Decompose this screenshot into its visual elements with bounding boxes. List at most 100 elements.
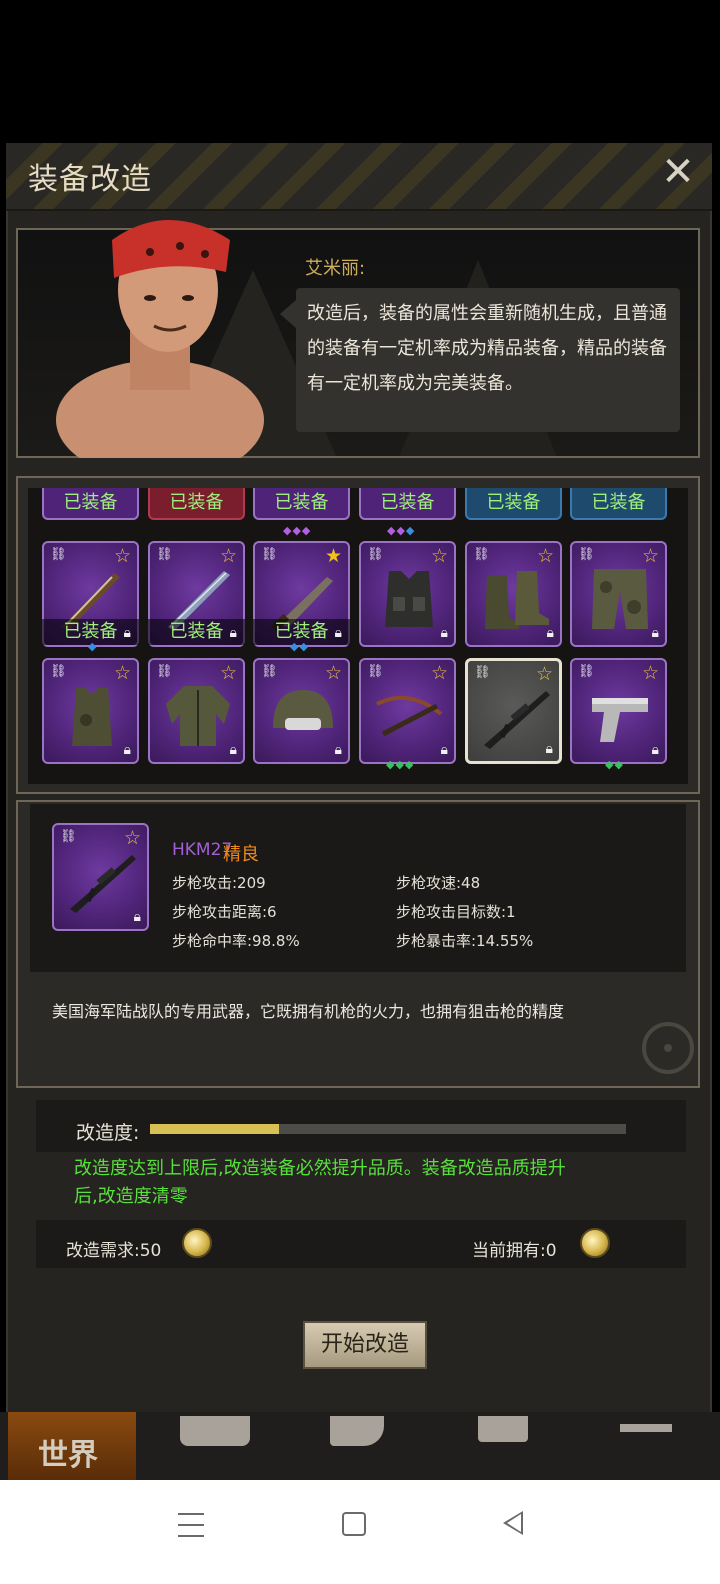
assault-rifle-icon (484, 691, 550, 749)
equipment-slot[interactable]: 已装备 (465, 488, 562, 520)
star-icon: ☆ (219, 662, 237, 684)
helmet-icon (273, 690, 333, 730)
star-icon: ☆ (123, 827, 141, 849)
link-icon: ⛓ (156, 664, 173, 679)
equipped-label: 已装备 (63, 492, 118, 513)
equipment-slot-camo-pants[interactable]: ⛓ ☆ 🔒︎ (570, 541, 667, 647)
crossbow-icon (376, 696, 443, 737)
star-icon: ☆ (219, 545, 237, 567)
gem-indicator: ◆◆ (290, 640, 309, 653)
tab-grid-icon[interactable] (478, 1416, 528, 1442)
equipment-slot[interactable]: 已装备 (148, 488, 245, 520)
equipment-slot-assault-rifle-selected[interactable]: ⛓ ☆ 🔒︎ (465, 658, 562, 764)
equipment-slot-camo-jacket[interactable]: ⛓ ☆ 🔒︎ (148, 658, 245, 764)
lock-icon: 🔒︎ (440, 625, 448, 641)
star-icon: ☆ (641, 662, 659, 684)
lock-icon: 🔒︎ (133, 909, 141, 925)
star-icon: ☆ (324, 662, 342, 684)
camo-boots-icon (485, 571, 549, 629)
lock-icon: 🔒︎ (123, 625, 131, 641)
npc-name: 艾米丽: (305, 258, 366, 279)
camo-pants-icon (592, 569, 648, 629)
tab-workbench-icon[interactable] (620, 1424, 672, 1432)
star-icon: ☆ (641, 545, 659, 567)
nav-back-icon-inner (507, 1514, 521, 1532)
equipment-slot-knife[interactable]: ⛓ ★ 已装备 🔒︎ (253, 541, 350, 647)
progress-hint: 改造度达到上限后,改造装备必然提升品质。装备改造品质提升后,改造度清零 (74, 1158, 566, 1207)
equipped-label: 已装备 (380, 492, 435, 513)
gem-indicator: ◆◆ (605, 758, 624, 771)
tab-character-icon[interactable] (330, 1416, 384, 1446)
equipped-label: 已装备 (169, 492, 224, 513)
tactical-vest-icon (385, 571, 433, 627)
cost-owned: 当前拥有:0 (472, 1241, 557, 1261)
star-icon: ☆ (113, 662, 131, 684)
coin-icon (182, 1228, 212, 1258)
tab-world-label: 世界 (38, 1438, 98, 1473)
lock-icon: 🔒︎ (229, 742, 237, 758)
dialog-title: 装备改造 (28, 162, 152, 197)
cost-required: 改造需求:50 (66, 1241, 162, 1261)
stat-accuracy: 步枪命中率:98.8% (172, 932, 300, 950)
nav-menu-icon[interactable] (178, 1513, 204, 1546)
equipment-slot-helmet[interactable]: ⛓ ☆ 🔒︎ (253, 658, 350, 764)
npc-speech-text: 改造后，装备的属性会重新随机生成，且普通的装备有一定机率成为精品装备，精品的装备… (307, 303, 667, 394)
progress-fill (150, 1124, 279, 1134)
equipment-slot-saw-blade[interactable]: ⛓ ☆ 已装备 🔒︎ (148, 541, 245, 647)
speech-bubble-tail (280, 300, 296, 328)
stat-crit: 步枪暴击率:14.55% (396, 932, 534, 950)
pistol-icon (592, 698, 648, 742)
npc-portrait (56, 220, 264, 458)
stat-range: 步枪攻击距离:6 (172, 903, 277, 921)
equipment-slot-tactical-vest[interactable]: ⛓ ☆ 🔒︎ (359, 541, 456, 647)
equipment-slot[interactable]: 已装备 (570, 488, 667, 520)
selected-item-slot: ⛓ ☆ 🔒︎ (52, 823, 149, 931)
lock-icon: 🔒︎ (545, 741, 553, 757)
gem-indicator: ◆ (88, 640, 98, 653)
link-icon: ⛓ (367, 664, 384, 679)
equipment-slot-machete[interactable]: ⛓ ☆ 已装备 🔒︎ (42, 541, 139, 647)
link-icon: ⛓ (261, 547, 278, 562)
star-filled-icon: ★ (324, 545, 342, 567)
equipment-slot[interactable]: 已装备 (42, 488, 139, 520)
star-icon: ☆ (535, 663, 553, 685)
tab-backpack-icon[interactable] (180, 1416, 250, 1446)
equipment-slot[interactable]: 已装备 (359, 488, 456, 520)
lock-icon: 🔒︎ (123, 742, 131, 758)
link-icon: ⛓ (50, 547, 67, 562)
link-icon: ⛓ (50, 664, 67, 679)
equipment-slot-camo-tank-top[interactable]: ⛓ ☆ 🔒︎ (42, 658, 139, 764)
coin-icon (580, 1228, 610, 1258)
link-icon: ⛓ (156, 547, 173, 562)
lock-icon: 🔒︎ (334, 625, 342, 641)
lock-icon: 🔒︎ (651, 625, 659, 641)
start-modify-button[interactable]: 开始改造 (303, 1321, 427, 1369)
stat-attack: 步枪攻击:209 (172, 874, 266, 892)
stat-attack-speed: 步枪攻速:48 (396, 874, 481, 892)
link-icon: ⛓ (474, 665, 491, 680)
camo-jacket-icon (166, 686, 230, 746)
link-icon: ⛓ (367, 547, 384, 562)
link-icon: ⛓ (578, 664, 595, 679)
link-icon: ⛓ (60, 829, 77, 844)
progress-label: 改造度: (76, 1122, 140, 1144)
lock-icon: 🔒︎ (229, 625, 237, 641)
lock-icon: 🔒︎ (546, 625, 554, 641)
equipment-grid[interactable]: 已装备 已装备 已装备 已装备 已装备 已装备 ◆◆◆ ◆◆◆ ⛓ ☆ 已装备 … (28, 488, 688, 784)
equipped-label: 已装备 (591, 492, 646, 513)
equipped-label: 已装备 (274, 492, 329, 513)
equipment-slot[interactable]: 已装备 (253, 488, 350, 520)
nav-home-icon[interactable] (342, 1512, 366, 1536)
equipment-slot-crossbow[interactable]: ⛓ ☆ 🔒︎ (359, 658, 456, 764)
equipped-label: 已装备 (486, 492, 541, 513)
item-quality: 精良 (223, 844, 259, 865)
radiation-icon (642, 1022, 694, 1074)
stat-targets: 步枪攻击目标数:1 (396, 903, 516, 921)
lock-icon: 🔒︎ (334, 742, 342, 758)
link-icon: ⛓ (473, 547, 490, 562)
close-icon[interactable]: ✕ (656, 150, 700, 194)
equipment-slot-pistol[interactable]: ⛓ ☆ 🔒︎ (570, 658, 667, 764)
link-icon: ⛓ (261, 664, 278, 679)
assault-rifle-icon (70, 855, 136, 913)
equipment-slot-camo-boots[interactable]: ⛓ ☆ 🔒︎ (465, 541, 562, 647)
